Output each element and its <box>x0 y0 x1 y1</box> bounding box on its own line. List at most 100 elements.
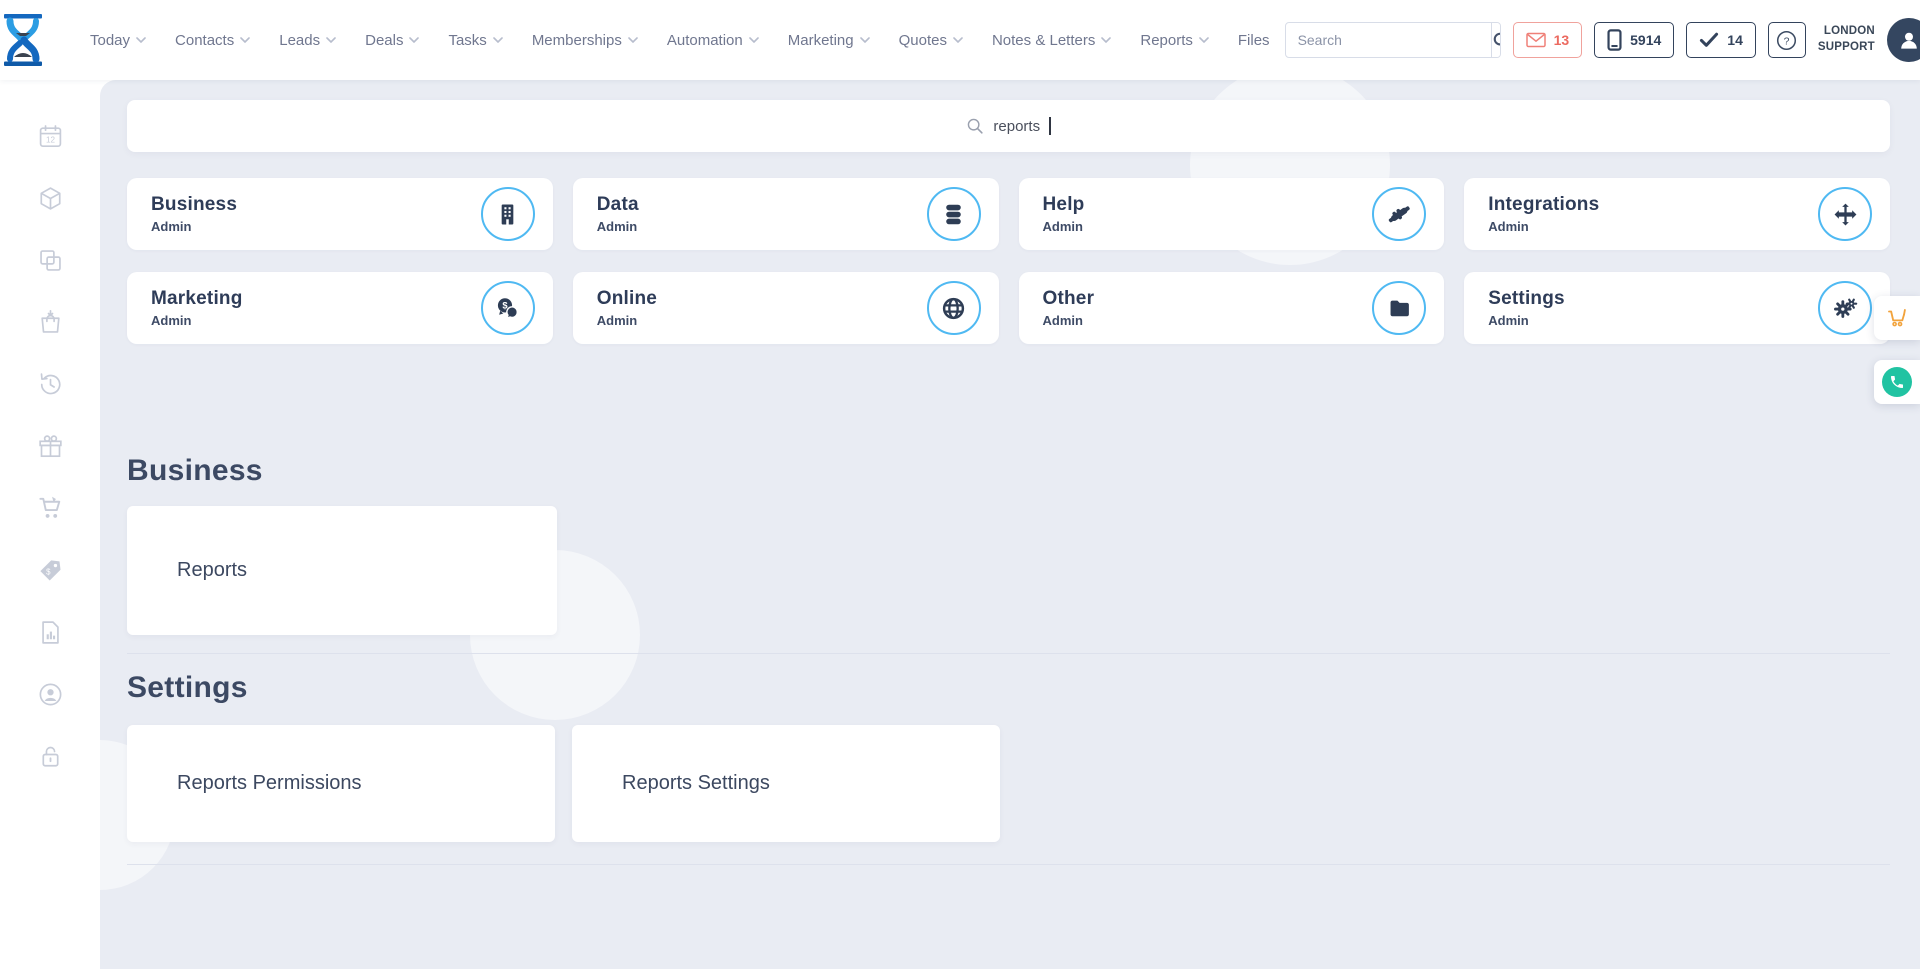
card-title: Other <box>1043 288 1095 310</box>
hourglass-logo-icon <box>0 14 46 66</box>
main-menu: Today Contacts Leads Deals Tasks Members… <box>76 22 1285 59</box>
card-subtitle: Admin <box>597 313 657 328</box>
menu-label: Notes & Letters <box>992 32 1095 49</box>
card-subtitle: Admin <box>597 219 639 234</box>
sidebar-item-orders[interactable] <box>30 302 70 342</box>
menu-item-notes-letters[interactable]: Notes & Letters <box>978 22 1126 59</box>
card-subtitle: Admin <box>151 313 243 328</box>
menu-item-contacts[interactable]: Contacts <box>161 22 265 59</box>
app-logo[interactable] <box>0 0 46 80</box>
admin-card-settings[interactable]: Settings Admin <box>1464 272 1890 344</box>
chevron-down-icon <box>240 37 250 43</box>
card-icon-circle: $ <box>481 281 535 335</box>
chevron-down-icon <box>1101 37 1111 43</box>
chevron-down-icon <box>953 37 963 43</box>
copy-icon <box>37 247 64 274</box>
history-clock-icon <box>37 371 64 398</box>
section-heading-business: Business <box>127 454 1890 488</box>
admin-search-value: reports <box>993 118 1040 135</box>
card-title: Help <box>1043 194 1085 216</box>
menu-label: Files <box>1238 32 1270 49</box>
card-icon-circle <box>1818 187 1872 241</box>
admin-card-integrations[interactable]: Integrations Admin <box>1464 178 1890 250</box>
navbar-right-cluster: 13 5914 14 ? LONDON SUPPORT <box>1285 18 1920 62</box>
global-search-input[interactable] <box>1286 32 1491 48</box>
move-arrows-icon <box>1833 202 1858 227</box>
calls-badge[interactable]: 5914 <box>1594 22 1674 58</box>
card-icon-circle <box>927 281 981 335</box>
card-icon-circle <box>481 187 535 241</box>
search-icon <box>1492 31 1501 50</box>
card-subtitle: Admin <box>1043 313 1095 328</box>
menu-item-reports[interactable]: Reports <box>1126 22 1224 59</box>
card-icon-circle <box>1372 187 1426 241</box>
sidebar-item-reports[interactable] <box>30 612 70 652</box>
person-icon <box>1896 27 1920 53</box>
svg-text:?: ? <box>1784 35 1790 47</box>
card-title: Integrations <box>1488 194 1599 216</box>
handshake-icon <box>1386 201 1412 227</box>
gears-icon <box>1832 295 1858 321</box>
admin-card-business[interactable]: Business Admin <box>127 178 553 250</box>
search-icon <box>966 117 984 135</box>
chevron-down-icon <box>860 37 870 43</box>
card-subtitle: Admin <box>151 219 237 234</box>
settings-results-row: Reports Permissions Reports Settings <box>127 725 1890 842</box>
globe-icon <box>941 296 966 321</box>
sidebar-item-products[interactable] <box>30 178 70 218</box>
sidebar-item-security[interactable] <box>30 736 70 776</box>
menu-item-leads[interactable]: Leads <box>265 22 351 59</box>
user-avatar[interactable] <box>1887 18 1920 62</box>
messages-badge[interactable]: 13 <box>1513 22 1583 58</box>
messages-count: 13 <box>1554 32 1570 48</box>
admin-card-other[interactable]: Other Admin <box>1019 272 1445 344</box>
shopping-bag-icon <box>37 309 64 336</box>
sidebar-item-calendar[interactable]: 12 <box>30 116 70 156</box>
tasks-count: 14 <box>1727 32 1743 48</box>
result-card-reports-permissions[interactable]: Reports Permissions <box>127 725 555 842</box>
section-heading-settings: Settings <box>127 671 1890 705</box>
menu-item-quotes[interactable]: Quotes <box>885 22 978 59</box>
sidebar-item-pricing[interactable]: $ <box>30 550 70 590</box>
sidebar-item-cart[interactable] <box>30 488 70 528</box>
report-document-icon <box>37 619 64 646</box>
admin-card-help[interactable]: Help Admin <box>1019 178 1445 250</box>
tasks-badge[interactable]: 14 <box>1686 22 1756 58</box>
phone-rail-button[interactable] <box>1874 360 1920 404</box>
sidebar-item-duplicate[interactable] <box>30 240 70 280</box>
admin-card-marketing[interactable]: Marketing Admin $ <box>127 272 553 344</box>
help-button[interactable]: ? <box>1768 22 1806 58</box>
sidebar-item-history[interactable] <box>30 364 70 404</box>
admin-card-online[interactable]: Online Admin <box>573 272 999 344</box>
menu-item-automation[interactable]: Automation <box>653 22 774 59</box>
main-content: reports Business Admin Data Adm <box>100 80 1920 969</box>
chevron-down-icon <box>409 37 419 43</box>
sidebar-item-account[interactable] <box>30 674 70 714</box>
menu-item-files[interactable]: Files <box>1224 22 1285 59</box>
menu-label: Marketing <box>788 32 854 49</box>
card-title: Business <box>151 194 237 216</box>
menu-item-today[interactable]: Today <box>76 22 161 59</box>
bottom-divider <box>127 864 1890 865</box>
comments-dollar-icon: $ <box>495 296 520 321</box>
envelope-icon <box>1526 32 1546 48</box>
menu-item-marketing[interactable]: Marketing <box>774 22 885 59</box>
sidebar-item-rewards[interactable] <box>30 426 70 466</box>
card-subtitle: Admin <box>1488 219 1599 234</box>
card-title: Data <box>597 194 639 216</box>
cart-rail-button[interactable] <box>1874 296 1920 340</box>
global-search-button[interactable] <box>1491 22 1501 58</box>
result-card-reports-settings[interactable]: Reports Settings <box>572 725 1000 842</box>
menu-label: Reports <box>1140 32 1193 49</box>
menu-item-deals[interactable]: Deals <box>351 22 434 59</box>
menu-item-tasks[interactable]: Tasks <box>434 22 517 59</box>
admin-search-bar[interactable]: reports <box>127 100 1890 152</box>
calls-count: 5914 <box>1630 32 1661 48</box>
card-icon-circle <box>1372 281 1426 335</box>
chevron-down-icon <box>749 37 759 43</box>
menu-item-memberships[interactable]: Memberships <box>518 22 653 59</box>
result-card-reports[interactable]: Reports <box>127 506 557 635</box>
admin-card-data[interactable]: Data Admin <box>573 178 999 250</box>
folder-icon <box>1387 296 1412 321</box>
menu-label: Quotes <box>899 32 947 49</box>
